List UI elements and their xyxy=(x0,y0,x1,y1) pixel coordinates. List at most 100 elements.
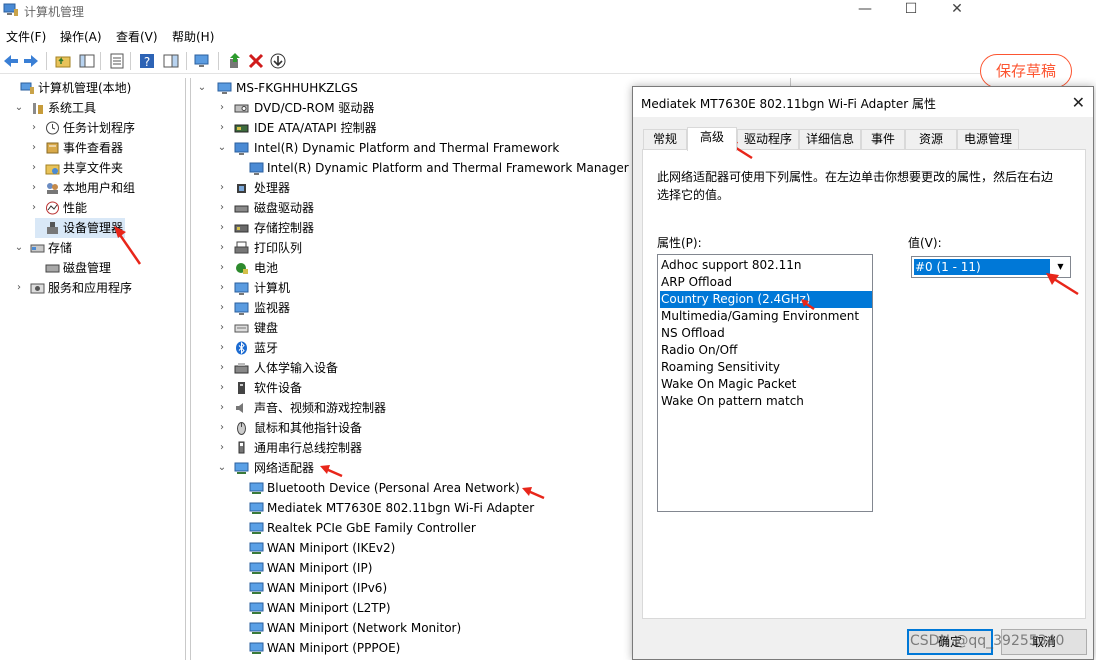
network-adapter-icon xyxy=(249,581,264,595)
property-list-item[interactable]: Radio On/Off xyxy=(660,342,872,359)
tree-item[interactable]: › 本地用户和组 xyxy=(29,178,176,198)
tab-resources[interactable]: 资源 xyxy=(905,129,957,150)
property-list-item[interactable]: NS Offload xyxy=(660,325,872,342)
maximize-button[interactable]: ☐ xyxy=(888,0,934,20)
tab-power-management[interactable]: 电源管理 xyxy=(957,129,1019,150)
collapse-chevron-icon[interactable]: ⌄ xyxy=(197,78,207,98)
expand-chevron-icon[interactable]: › xyxy=(217,318,227,338)
expand-chevron-icon[interactable]: › xyxy=(217,438,227,458)
device-label: WAN Miniport (Network Monitor) xyxy=(267,621,462,635)
collapse-chevron-icon[interactable]: ⌄ xyxy=(14,98,24,118)
property-list-item[interactable]: Adhoc support 802.11n xyxy=(660,257,872,274)
expand-chevron-icon[interactable]: › xyxy=(29,118,39,138)
dialog-close-icon[interactable]: ✕ xyxy=(1072,93,1085,112)
tab-events[interactable]: 事件 xyxy=(861,129,905,150)
property-list-item[interactable]: Roaming Sensitivity xyxy=(660,359,872,376)
minimize-button[interactable]: — xyxy=(842,0,888,20)
annotation-arrow-icon xyxy=(114,226,142,265)
expand-chevron-icon[interactable]: › xyxy=(217,98,227,118)
expand-chevron-icon[interactable]: › xyxy=(217,238,227,258)
toolbar-separator xyxy=(46,52,47,70)
expand-chevron-icon[interactable]: › xyxy=(217,378,227,398)
services-icon xyxy=(30,281,45,295)
tree-item[interactable]: ⌄ 系统工具 xyxy=(14,98,176,118)
download-icon[interactable] xyxy=(269,52,287,70)
tree-item[interactable]: › 任务计划程序 xyxy=(29,118,176,138)
up-folder-icon[interactable] xyxy=(54,52,72,70)
property-listbox[interactable]: Adhoc support 802.11n ARP Offload Country … xyxy=(657,254,873,512)
device-label: 人体学输入设备 xyxy=(254,361,339,375)
update-driver-icon[interactable] xyxy=(226,52,244,70)
title-bar: 计算机管理 — ☐ ✕ xyxy=(0,0,980,22)
menu-file[interactable]: 文件(F) xyxy=(6,28,46,45)
scan-hardware-icon[interactable] xyxy=(193,52,211,70)
expand-chevron-icon[interactable]: › xyxy=(217,358,227,378)
back-arrow-icon[interactable] xyxy=(2,52,20,70)
expand-chevron-icon[interactable]: › xyxy=(217,278,227,298)
uninstall-icon[interactable] xyxy=(247,52,265,70)
device-label: IDE ATA/ATAPI 控制器 xyxy=(254,121,377,135)
expand-chevron-icon[interactable]: › xyxy=(29,198,39,218)
tab-general[interactable]: 常规 xyxy=(643,129,687,150)
tree-item[interactable]: ⌄ 存储 xyxy=(14,238,176,258)
expand-chevron-icon[interactable]: › xyxy=(217,258,227,278)
device-label: 电池 xyxy=(254,261,279,275)
forward-arrow-icon[interactable] xyxy=(22,52,40,70)
expand-chevron-icon[interactable]: › xyxy=(29,178,39,198)
menu-help[interactable]: 帮助(H) xyxy=(172,28,214,45)
network-adapter-icon xyxy=(249,641,264,655)
expand-chevron-icon[interactable]: › xyxy=(29,158,39,178)
tree-item[interactable]: 磁盘管理 xyxy=(29,258,176,278)
tree-item[interactable]: › 性能 xyxy=(29,198,176,218)
collapse-chevron-icon[interactable]: ⌄ xyxy=(14,238,24,258)
properties-icon[interactable] xyxy=(108,52,126,70)
console-tree-icon[interactable] xyxy=(78,52,96,70)
tree-item[interactable]: › 服务和应用程序 xyxy=(14,278,176,298)
property-list-item[interactable]: Country Region (2.4GHz) xyxy=(660,291,872,308)
tree-item[interactable]: › 共享文件夹 xyxy=(29,158,176,178)
value-dropdown-text: #0 (1 - 11) xyxy=(914,259,1050,275)
tree-item[interactable]: › 事件查看器 xyxy=(29,138,176,158)
expand-chevron-icon[interactable]: › xyxy=(217,198,227,218)
bluetooth-icon xyxy=(234,341,249,355)
toolbar-separator xyxy=(100,52,101,70)
expand-chevron-icon[interactable]: › xyxy=(217,398,227,418)
tab-details[interactable]: 详细信息 xyxy=(799,129,861,150)
save-draft-button[interactable]: 保存草稿 xyxy=(980,54,1072,88)
tree-item[interactable]: 计算机管理(本地) xyxy=(4,78,176,98)
clock-icon xyxy=(45,121,60,135)
menu-action[interactable]: 操作(A) xyxy=(60,28,102,45)
property-list-item[interactable]: ARP Offload xyxy=(660,274,872,291)
software-device-icon xyxy=(234,381,249,395)
intel-icon xyxy=(234,141,249,155)
expand-chevron-icon[interactable]: › xyxy=(217,418,227,438)
property-list-item[interactable]: Wake On pattern match xyxy=(660,393,872,410)
help-icon[interactable]: ? xyxy=(138,52,156,70)
expand-chevron-icon[interactable]: › xyxy=(217,178,227,198)
expand-chevron-icon[interactable]: › xyxy=(217,118,227,138)
printer-icon xyxy=(234,241,249,255)
property-list-item[interactable]: Wake On Magic Packet xyxy=(660,376,872,393)
device-label: 计算机 xyxy=(254,281,291,295)
users-icon xyxy=(45,181,60,195)
device-label: 软件设备 xyxy=(254,381,303,395)
computer-management-icon xyxy=(20,81,35,95)
collapse-chevron-icon[interactable]: ⌄ xyxy=(217,138,227,158)
expand-chevron-icon[interactable]: › xyxy=(29,138,39,158)
menu-view[interactable]: 查看(V) xyxy=(116,28,158,45)
expand-chevron-icon[interactable]: › xyxy=(217,338,227,358)
expand-chevron-icon[interactable]: › xyxy=(217,218,227,238)
expand-chevron-icon[interactable]: › xyxy=(217,298,227,318)
show-hide-icon[interactable] xyxy=(162,52,180,70)
network-adapter-icon xyxy=(249,541,264,555)
expand-chevron-icon[interactable]: › xyxy=(14,278,24,298)
tab-advanced[interactable]: 高级 xyxy=(687,127,737,151)
device-label: 存储控制器 xyxy=(254,221,315,235)
device-label: 声音、视频和游戏控制器 xyxy=(254,401,387,415)
property-list-item[interactable]: Multimedia/Gaming Environment xyxy=(660,308,872,325)
storage-icon xyxy=(30,241,45,255)
collapse-chevron-icon[interactable]: ⌄ xyxy=(217,458,227,478)
close-button[interactable]: ✕ xyxy=(934,0,980,20)
toolbar-separator xyxy=(186,52,187,70)
window-title: 计算机管理 xyxy=(24,5,85,19)
